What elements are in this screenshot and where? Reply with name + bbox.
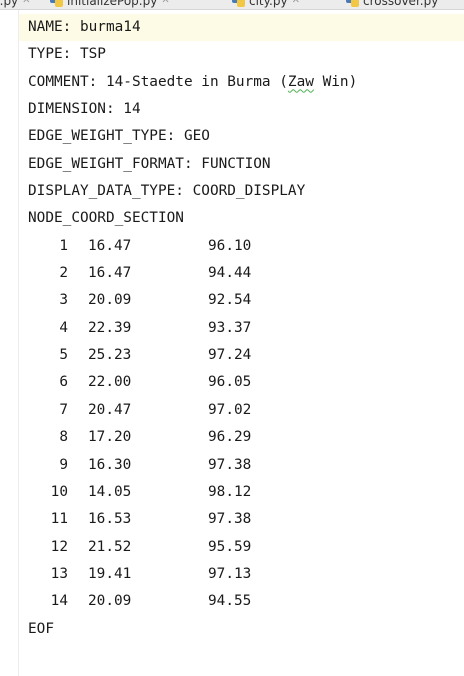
node-id: 5 (59, 347, 68, 364)
node-y: 97.24 (208, 347, 252, 364)
comment-prefix: COMMENT: 14-Staedte in Burma ( (28, 73, 288, 90)
node-id: 1 (59, 237, 68, 254)
tab-label: crossover.py (363, 0, 439, 8)
node-y: 95.59 (208, 538, 252, 555)
node-id: 13 (50, 565, 68, 582)
node-y: 94.55 (208, 593, 252, 610)
node-row: 5 25.23 97.24 (28, 342, 357, 369)
node-x: 20.09 (88, 292, 132, 309)
gutter-divider (18, 10, 19, 676)
python-file-icon (346, 0, 360, 7)
node-id: 6 (59, 374, 68, 391)
tab-label: ...py (0, 0, 19, 8)
node-row: 8 17.20 96.29 (28, 424, 357, 451)
node-x: 20.09 (88, 593, 132, 610)
editor-tab-bar: ...py ✕ initializePop.py ✕ city.py ✕ cro… (0, 0, 464, 10)
node-x: 16.53 (88, 511, 132, 528)
node-y: 94.44 (208, 265, 252, 282)
node-id: 2 (59, 265, 68, 282)
node-x: 20.47 (88, 401, 132, 418)
comment-line: COMMENT: 14-Staedte in Burma (Zaw Win) (28, 69, 357, 96)
name-line: NAME: burma14 (28, 19, 141, 35)
editor-text[interactable]: NAME: burma14 TYPE: TSP COMMENT: 14-Stae… (28, 14, 357, 643)
node-y: 96.29 (208, 429, 252, 446)
node-x: 17.20 (88, 429, 132, 446)
tab-initializepop[interactable]: initializePop.py ✕ (50, 0, 170, 9)
tab-label: initializePop.py (67, 0, 158, 8)
python-file-icon (232, 0, 246, 7)
node-row: 2 16.47 94.44 (28, 260, 357, 287)
node-x: 14.05 (88, 483, 132, 500)
node-id: 11 (50, 511, 68, 528)
node-x: 21.52 (88, 538, 132, 555)
comment-suffix: Win) (313, 73, 358, 90)
node-y: 97.02 (208, 401, 252, 418)
node-x: 19.41 (88, 565, 132, 582)
node-id: 14 (50, 593, 68, 610)
node-x: 16.47 (88, 237, 132, 254)
tab-city[interactable]: city.py ✕ (232, 0, 300, 9)
node-y: 96.05 (208, 374, 252, 391)
node-row: 3 20.09 92.54 (28, 287, 357, 314)
tab-prev[interactable]: ...py ✕ (0, 0, 31, 9)
node-row: 10 14.05 98.12 (28, 479, 357, 506)
node-x: 16.47 (88, 265, 132, 282)
node-y: 93.37 (208, 319, 252, 336)
node-row: 13 19.41 97.13 (28, 561, 357, 588)
edge-weight-type-line: EDGE_WEIGHT_TYPE: GEO (28, 128, 210, 145)
close-icon[interactable]: ✕ (292, 0, 300, 9)
python-file-icon (50, 0, 64, 7)
node-id: 12 (50, 538, 68, 555)
node-y: 98.12 (208, 483, 252, 500)
type-line: TYPE: TSP (28, 46, 106, 63)
node-row: 6 22.00 96.05 (28, 369, 357, 396)
typo-word: Zaw (287, 73, 314, 90)
node-row: 7 20.47 97.02 (28, 397, 357, 424)
node-id: 7 (59, 401, 68, 418)
node-y: 97.38 (208, 456, 252, 473)
node-row: 11 16.53 97.38 (28, 506, 357, 533)
node-y: 96.10 (208, 237, 252, 254)
node-id: 3 (59, 292, 68, 309)
close-icon[interactable]: ✕ (161, 0, 169, 9)
node-row: 14 20.09 94.55 (28, 588, 357, 615)
node-y: 97.38 (208, 511, 252, 528)
code-editor[interactable]: NAME: burma14 TYPE: TSP COMMENT: 14-Stae… (0, 10, 464, 676)
node-x: 22.39 (88, 319, 132, 336)
close-icon[interactable]: ✕ (22, 0, 30, 9)
node-row: 12 21.52 95.59 (28, 534, 357, 561)
tab-crossover[interactable]: crossover.py (346, 0, 438, 9)
node-row: 1 16.47 96.10 (28, 233, 357, 260)
node-y: 97.13 (208, 565, 252, 582)
node-x: 22.00 (88, 374, 132, 391)
node-id: 8 (59, 429, 68, 446)
node-x: 16.30 (88, 456, 132, 473)
eof-line: EOF (28, 620, 54, 637)
node-row: 9 16.30 97.38 (28, 452, 357, 479)
edge-weight-format-line: EDGE_WEIGHT_FORMAT: FUNCTION (28, 155, 271, 172)
node-id: 10 (50, 483, 68, 500)
dimension-line: DIMENSION: 14 (28, 101, 141, 118)
node-id: 9 (59, 456, 68, 473)
node-id: 4 (59, 319, 68, 336)
node-y: 92.54 (208, 292, 252, 309)
display-data-type-line: DISPLAY_DATA_TYPE: COORD_DISPLAY (28, 183, 306, 200)
node-coord-section-line: NODE_COORD_SECTION (28, 210, 184, 227)
node-row: 4 22.39 93.37 (28, 315, 357, 342)
node-x: 25.23 (88, 347, 132, 364)
tab-label: city.py (249, 0, 288, 8)
